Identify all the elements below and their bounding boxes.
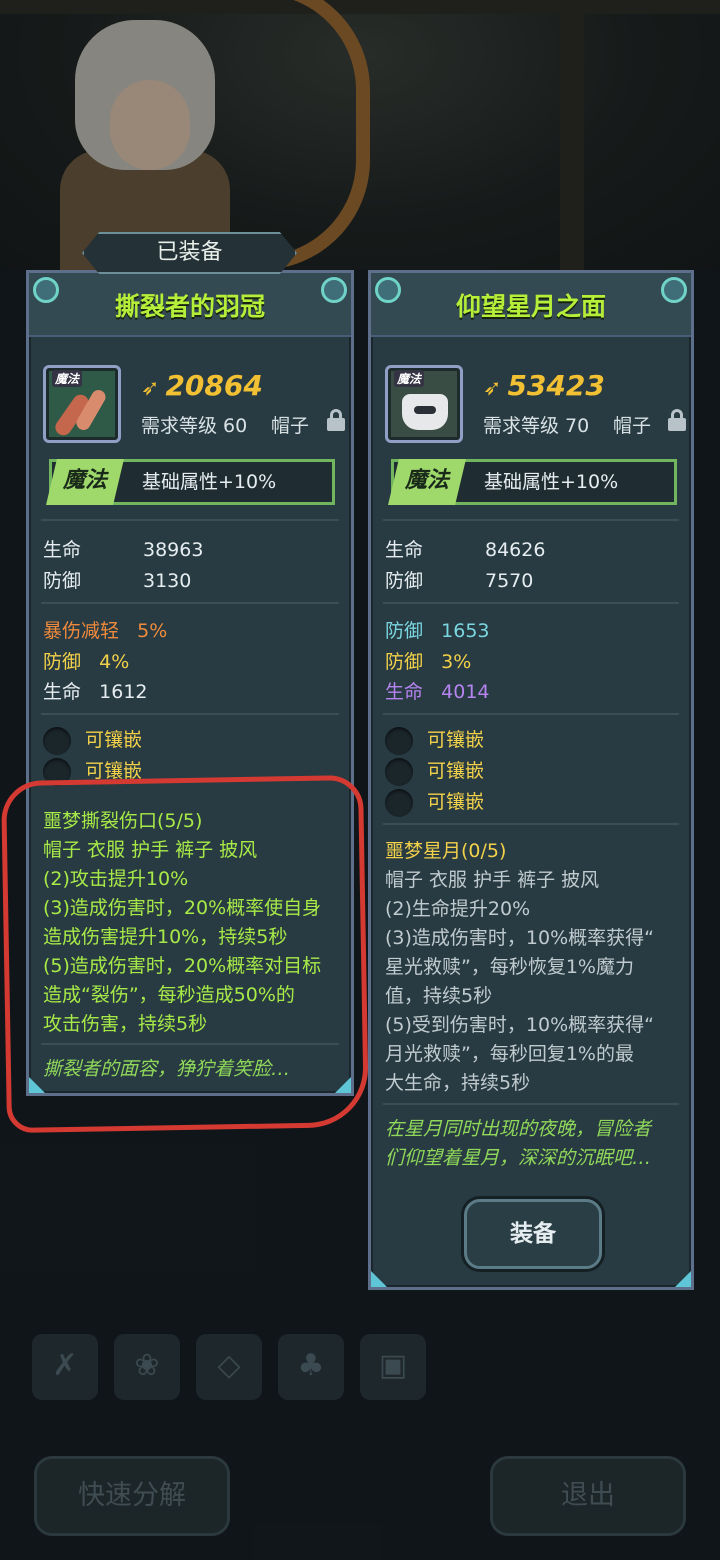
extra-stat: 生命 4014 [385,681,490,703]
required-level: 需求等级 60 [141,415,248,437]
gem-socket[interactable]: 可镶嵌 [385,756,484,786]
item-title: 撕裂者的羽冠 [114,292,265,321]
stat-hp: 生命 84626 [385,539,546,561]
extra-stat: 生命 1612 [43,681,148,703]
item-slot: 帽子 [613,415,652,437]
empty-socket-icon [385,757,413,786]
set-effect: (2)生命提升20% [385,898,531,920]
lock-icon[interactable] [327,409,345,431]
power-score: ➶ 53423 [483,369,605,402]
stat-def: 防御 3130 [43,570,192,592]
item-type-tag: 魔法 [52,370,83,387]
set-bonus: 噩梦星月(0/5) 帽子 衣服 护手 裤子 披风 (2)生命提升20% (3)造… [385,837,681,1098]
set-name: 噩梦星月(0/5) [385,840,507,862]
gem-socket[interactable]: 可镶嵌 [385,787,484,817]
item-icon[interactable]: 魔法 [385,365,463,443]
set-effect: (5)受到伤害时，10%概率获得“ [385,1014,654,1036]
item-slot: 帽子 [271,415,310,437]
annotation-circle [0,774,370,1134]
set-effect: 月光救赎”，每秒回复1%的最 [385,1043,634,1065]
stat-hp: 生命 38963 [43,539,204,561]
paw-tab-icon[interactable]: ❀ [114,1334,180,1400]
type-bonus-text: 基础属性+10% [484,471,619,493]
exit-button[interactable]: 退出 [490,1456,686,1536]
card-header: 仰望星月之面 [371,273,691,337]
gem-socket[interactable]: 可镶嵌 [385,725,484,755]
magic-badge: 魔法 [388,459,466,505]
gem-socket[interactable]: 可镶嵌 [43,725,142,755]
extra-stat: 暴伤减轻 5% [43,620,168,642]
empty-socket-icon [385,788,413,817]
item-title: 仰望星月之面 [455,292,606,321]
gem-tab-icon[interactable]: ◇ [196,1334,262,1400]
category-tabs: ✗ ❀ ◇ ♣ ▣ [32,1334,432,1404]
set-slots: 帽子 衣服 护手 裤子 披风 [385,869,600,891]
chest-tab-icon[interactable]: ▣ [360,1334,426,1400]
set-effect: 值，持续5秒 [385,985,493,1007]
item-lore: 在星月同时出现的夜晚，冒险者 们仰望着星月，深深的沉眠吧… [385,1118,652,1169]
stat-def: 防御 7570 [385,570,534,592]
set-effect: (3)造成伤害时，10%概率获得“ [385,927,654,949]
extra-stat: 防御 1653 [385,620,490,642]
leaf-tab-icon[interactable]: ♣ [278,1334,344,1400]
power-score: ➶ 20864 [141,369,263,402]
power-icon: ➶ [141,376,160,401]
item-icon[interactable]: 魔法 [43,365,121,443]
compare-item-card: 仰望星月之面 魔法 ➶ 53423 需求等级 70 帽子 魔法 基础属性+10% … [368,270,694,1290]
type-bonus-banner: 魔法 基础属性+10% [388,459,677,505]
extra-stat: 防御 3% [385,651,472,673]
lock-icon[interactable] [668,409,686,431]
extra-stat: 防御 4% [43,651,130,673]
card-header: 撕裂者的羽冠 [29,273,351,337]
magic-badge: 魔法 [46,459,124,505]
item-type-tag: 魔法 [394,370,425,387]
power-icon: ➶ [483,376,502,401]
weapon-tab-icon[interactable]: ✗ [32,1334,98,1400]
equip-button[interactable]: 装备 [464,1199,602,1269]
type-bonus-text: 基础属性+10% [142,471,277,493]
quick-decompose-button[interactable]: 快速分解 [34,1456,230,1536]
required-level: 需求等级 70 [483,415,590,437]
type-bonus-banner: 魔法 基础属性+10% [46,459,335,505]
set-effect: 大生命，持续5秒 [385,1072,531,1094]
equipped-tab: 已装备 [82,232,297,274]
set-effect: 星光救赎”，每秒恢复1%魔力 [385,956,634,978]
empty-socket-icon [385,726,413,755]
empty-socket-icon [43,726,71,755]
